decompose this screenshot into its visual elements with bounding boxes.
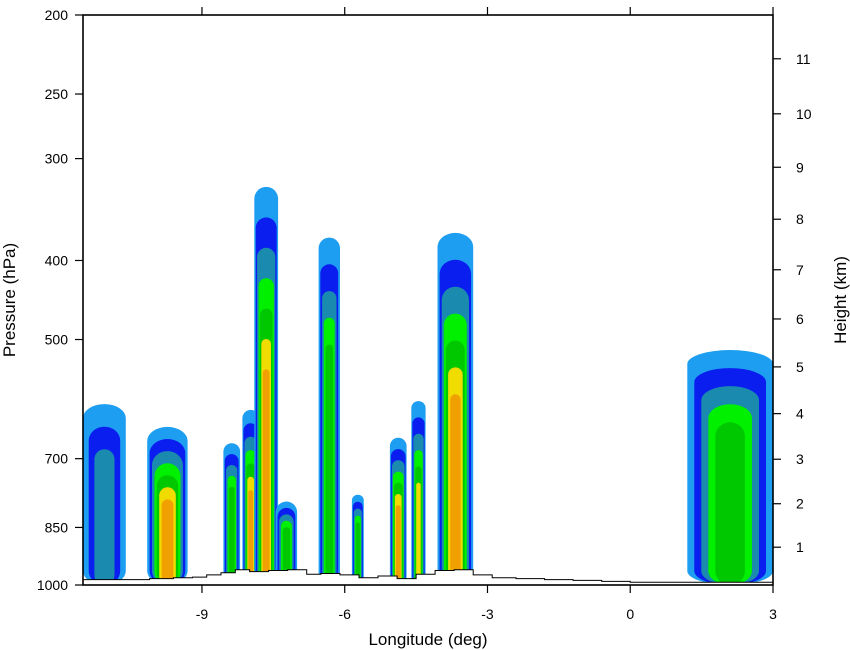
col-lon-4.4	[411, 401, 426, 585]
y2-tick-label: 5	[796, 359, 804, 375]
y2-tick-label: 4	[796, 406, 804, 422]
x-tick-label: 0	[626, 606, 634, 622]
x-tick-label: -3	[481, 606, 494, 622]
contour-level-7	[450, 394, 461, 585]
contour-level-6	[416, 482, 421, 585]
col-lon-5.7	[351, 494, 364, 585]
y2-tick-label: 3	[796, 451, 804, 467]
cross-section-chart: -9 -6 -3 0 3 200 250 300 400 500 700 850 1000 1 2 3 4 5 6 7…	[0, 7, 850, 649]
y2-tick-label: 1	[796, 539, 804, 555]
x-axis-title: Longitude (deg)	[368, 630, 487, 649]
contour-level-7	[262, 369, 270, 585]
col-west-edge	[83, 404, 126, 585]
y-tick-label: 1000	[37, 577, 68, 593]
x-tick-label: -9	[196, 606, 209, 622]
y2-axis-title: Height (km)	[831, 256, 850, 344]
col-lon-4.9	[389, 437, 407, 585]
y-tick-label: 400	[45, 252, 69, 268]
y-tick-label: 300	[45, 151, 69, 167]
x-tick-label: -6	[338, 606, 351, 622]
contour-level-5	[325, 344, 333, 585]
y-tick-label: 500	[45, 332, 69, 348]
y2-tick-label: 9	[796, 159, 804, 175]
col-lon-3.7	[437, 232, 474, 585]
col-lon-7.7	[254, 186, 279, 585]
y-tick-label: 850	[45, 519, 69, 535]
contour-level-3	[94, 449, 115, 585]
y2-tick-label: 8	[796, 211, 804, 227]
col-lon-6.3	[318, 237, 340, 585]
y-tick-label: 700	[45, 451, 69, 467]
contour-level-5	[228, 486, 235, 585]
y2-tick-label: 10	[796, 106, 812, 122]
y-axis-title: Pressure (hPa)	[0, 243, 19, 357]
y2-tick-label: 2	[796, 496, 804, 512]
x-tick-label: 3	[769, 606, 777, 622]
col-lon-9.8	[147, 426, 188, 585]
y2-tick-label: 7	[796, 262, 804, 278]
col-lon-8.4	[223, 443, 241, 585]
y-tick-label: 200	[45, 7, 69, 23]
contour-level-7	[395, 505, 401, 585]
contour-level-5	[715, 422, 745, 585]
y2-tick-label: 11	[796, 51, 811, 67]
contour-level-7	[161, 499, 174, 585]
col-east-edge	[687, 350, 773, 585]
y2-tick-label: 6	[796, 311, 804, 327]
y-tick-label: 250	[45, 86, 69, 102]
